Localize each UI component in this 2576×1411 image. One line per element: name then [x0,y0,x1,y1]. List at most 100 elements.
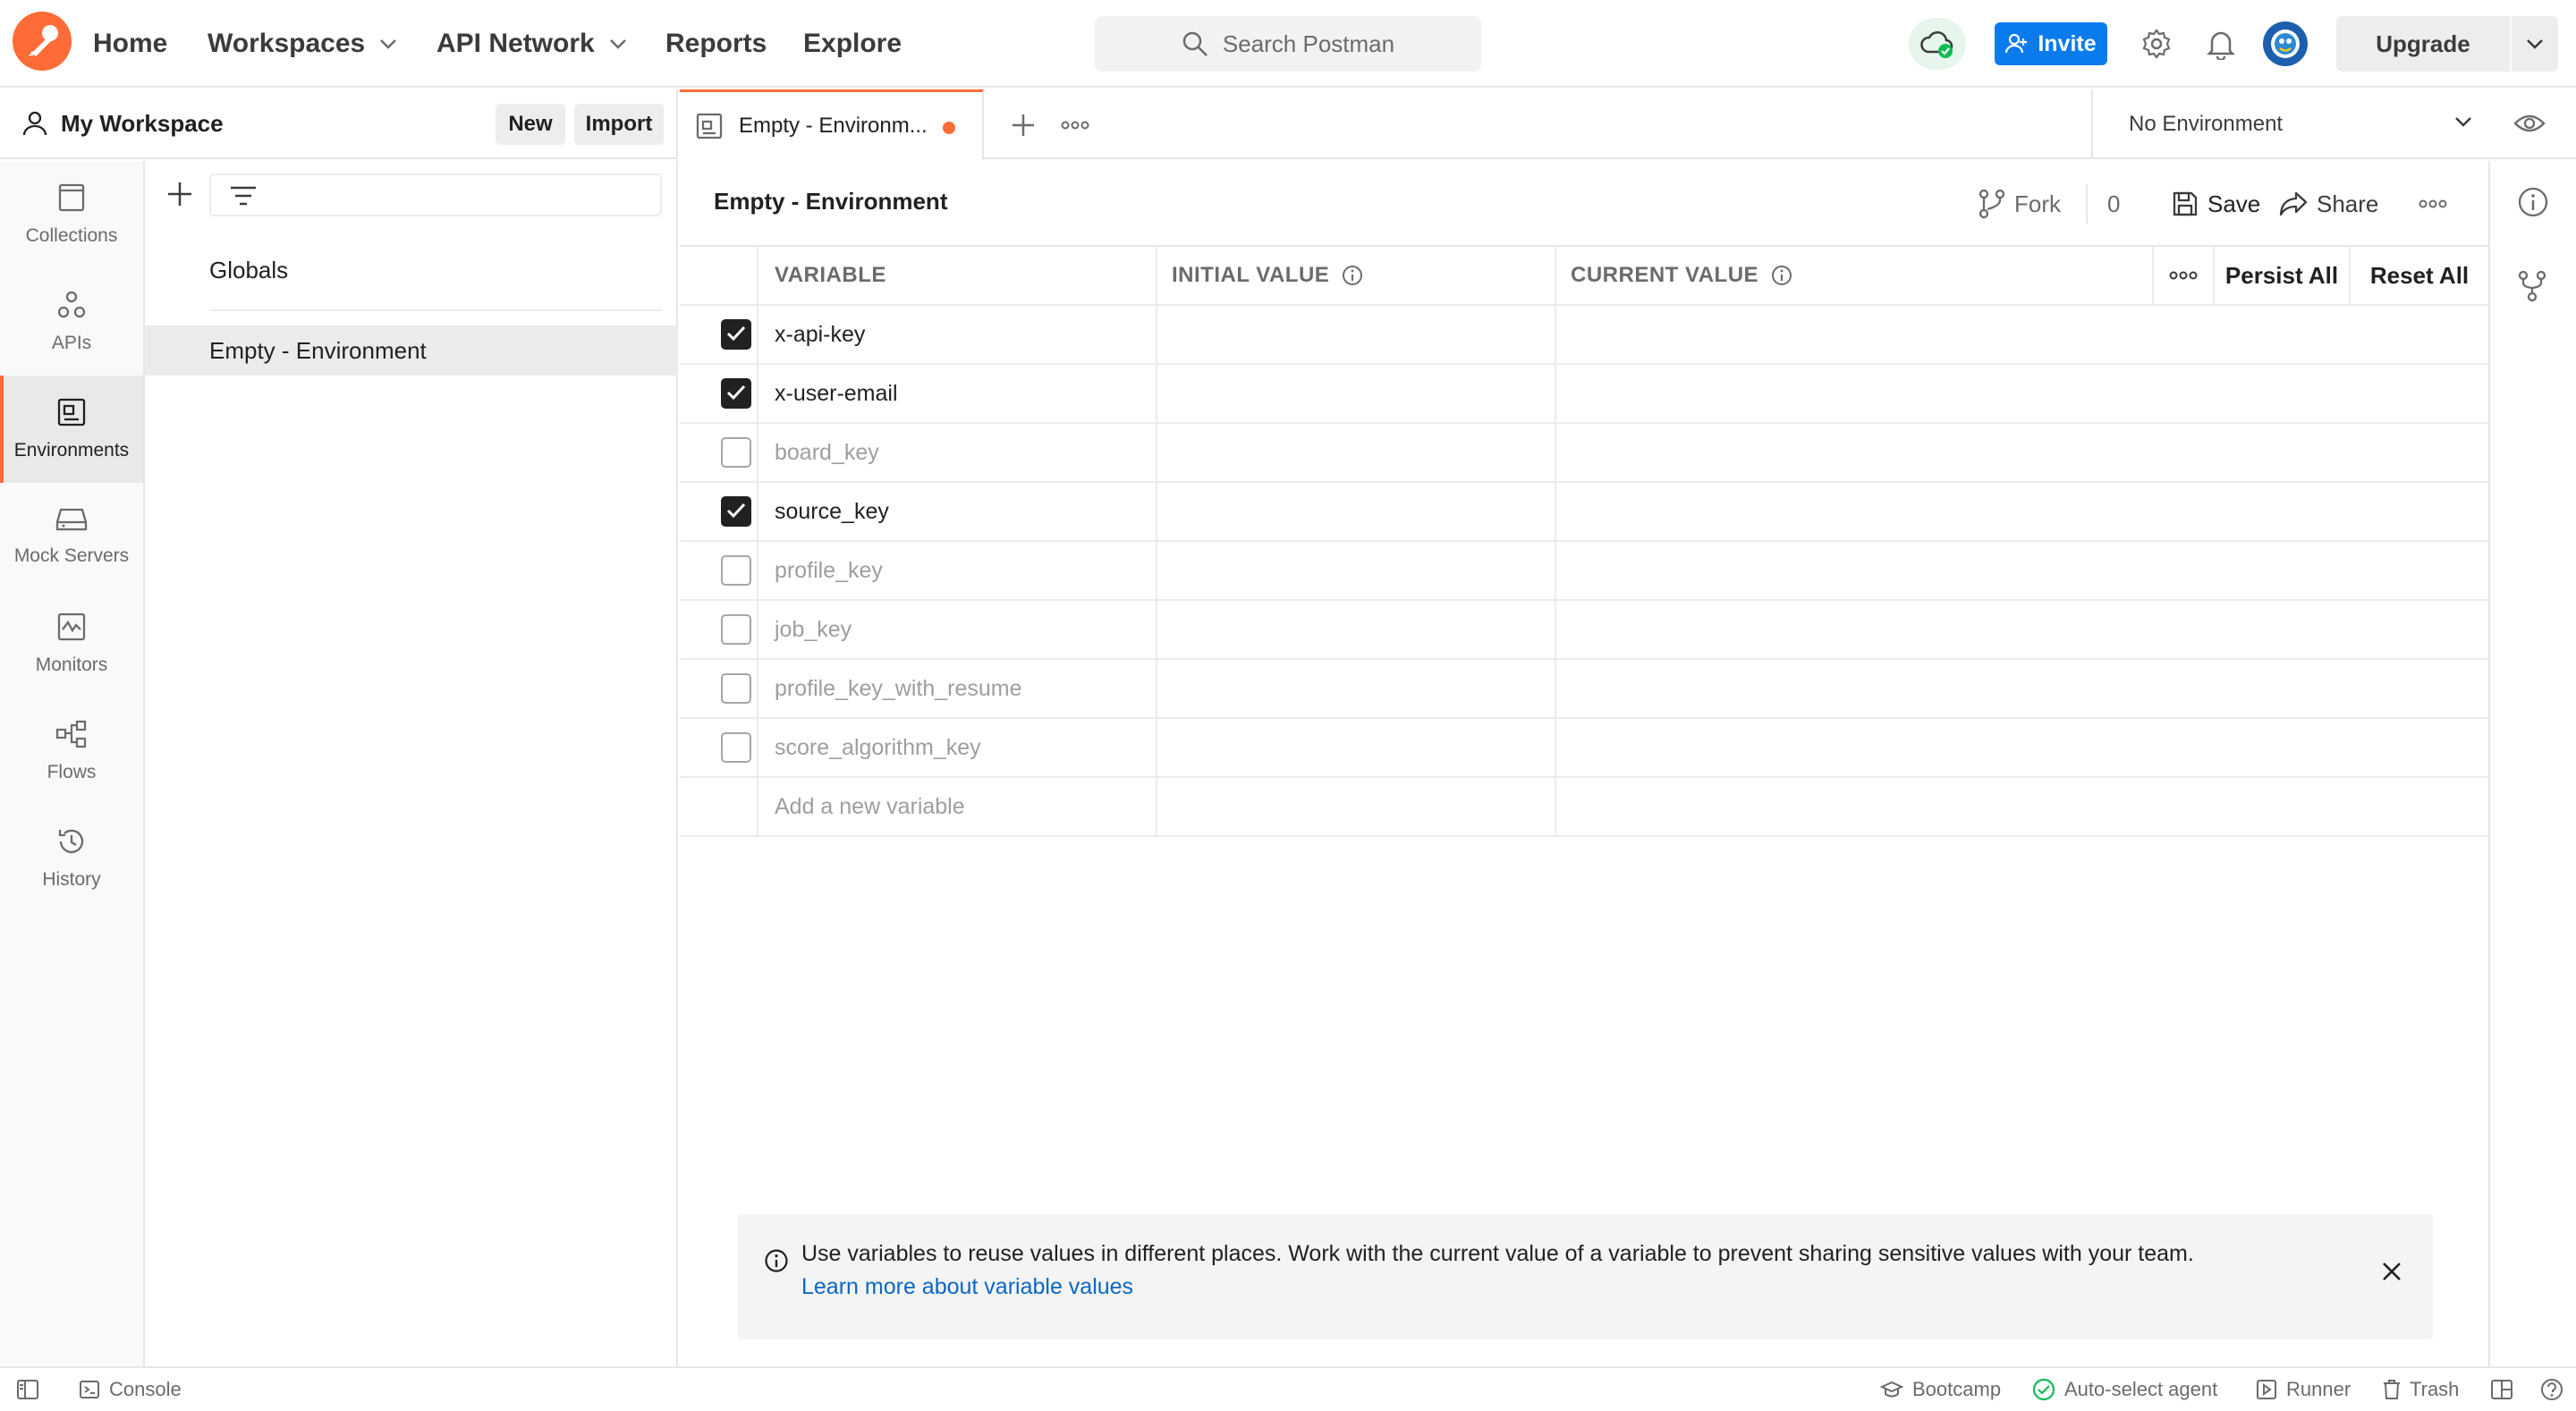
plus-icon[interactable] [165,179,195,209]
column-header-current-value-label: CURRENT VALUE [1571,263,1759,287]
console-button[interactable]: Console [79,1368,182,1411]
eye-icon[interactable] [2513,109,2546,138]
variable-name-cell[interactable]: profile_key [757,542,1156,599]
sidebar-item-monitors[interactable]: Monitors [0,590,143,697]
nav-home[interactable]: Home [93,0,167,88]
more-tabs-icon[interactable] [1059,109,1091,141]
initial-value-cell[interactable] [1156,483,1555,540]
environment-name[interactable]: Empty - Environment [714,188,947,215]
variable-enabled-checkbox[interactable] [721,673,751,704]
current-value-cell[interactable] [1555,424,2488,481]
add-variable-input[interactable]: Add a new variable [757,778,1150,835]
initial-value-cell[interactable] [1156,542,1555,599]
runner-icon [2256,1379,2286,1400]
auto-select-agent-button[interactable]: Auto-select agent [2032,1368,2217,1411]
tab-empty-environment[interactable]: Empty - Environm... [680,89,984,159]
close-icon[interactable] [2381,1261,2402,1282]
toggle-sidebar-icon[interactable] [16,1368,48,1411]
more-actions-icon[interactable] [2419,182,2456,225]
fork-button[interactable]: Fork [1979,182,2061,225]
variable-enabled-checkbox[interactable] [721,319,751,350]
trash-button[interactable]: Trash [2383,1368,2459,1411]
top-bar: Home Workspaces API Network Reports Expl… [0,0,2576,88]
sidebar-item-globals[interactable]: Globals [145,245,678,295]
variable-name-cell[interactable]: x-user-email [757,365,1156,422]
cloud-sync-icon[interactable] [1909,18,1966,70]
variable-name-cell[interactable]: job_key [757,601,1156,658]
current-value-cell[interactable] [1555,660,2488,717]
help-icon[interactable] [2540,1368,2572,1411]
table-more-icon[interactable] [2154,247,2213,304]
nav-api-network[interactable]: API Network [436,0,627,88]
runner-button[interactable]: Runner [2256,1368,2351,1411]
table-row: x-user-email [680,365,2488,424]
variable-name-cell[interactable]: x-api-key [757,306,1156,363]
bell-icon[interactable] [2202,25,2240,63]
variable-name-cell[interactable]: profile_key_with_resume [757,660,1156,717]
current-value-cell[interactable] [1555,542,2488,599]
workspace-title[interactable]: My Workspace [61,110,224,138]
upgrade-button[interactable]: Upgrade [2336,16,2558,72]
divider [209,309,662,311]
variable-enabled-checkbox[interactable] [721,437,751,468]
variable-enabled-checkbox[interactable] [721,732,751,763]
variable-name-cell[interactable]: source_key [757,483,1156,540]
nav-reports-label: Reports [665,29,767,58]
reset-all-button[interactable]: Reset All [2351,247,2488,304]
sidebar-item-flows[interactable]: Flows [0,697,143,805]
invite-button[interactable]: Invite [1995,22,2107,65]
variable-enabled-checkbox[interactable] [721,496,751,527]
layout-icon[interactable] [2490,1368,2522,1411]
current-value-cell[interactable] [1555,365,2488,422]
avatar[interactable] [2263,21,2308,66]
search-input[interactable]: Search Postman [1095,16,1481,72]
info-icon[interactable] [2517,186,2549,218]
save-button[interactable]: Save [2172,182,2260,225]
postman-logo[interactable] [13,12,72,71]
gear-icon[interactable] [2138,25,2175,63]
new-tab-plus-icon[interactable] [1007,109,1039,141]
checkmark-icon [726,325,746,342]
environments-icon [56,397,87,440]
initial-value-cell[interactable] [1156,601,1555,658]
nav-workspaces[interactable]: Workspaces [208,0,397,88]
environment-selector[interactable]: No Environment [2091,89,2497,159]
current-value-cell[interactable] [1555,719,2488,776]
initial-value-cell[interactable] [1156,719,1555,776]
current-value-cell[interactable] [1555,483,2488,540]
info-icon[interactable] [1758,265,1792,286]
variable-enabled-checkbox[interactable] [721,378,751,409]
sidebar-item-apis[interactable]: APIs [0,268,143,376]
fork-icon[interactable] [2517,270,2547,302]
bootcamp-button[interactable]: Bootcamp [1880,1368,2001,1411]
table-row: profile_key [680,542,2488,601]
learn-more-link[interactable]: Learn more about variable values [801,1274,1133,1299]
variable-enabled-checkbox[interactable] [721,555,751,586]
initial-value-cell[interactable] [1156,365,1555,422]
initial-value-cell[interactable] [1156,306,1555,363]
variable-name-cell[interactable]: board_key [757,424,1156,481]
sidebar-item-history[interactable]: History [0,805,143,912]
upgrade-dropdown[interactable] [2512,38,2558,49]
import-button[interactable]: Import [574,104,664,145]
share-button[interactable]: Share [2279,182,2378,225]
nav-explore[interactable]: Explore [803,0,902,88]
current-value-cell[interactable] [1555,306,2488,363]
info-icon[interactable] [1329,265,1363,286]
column-header-initial-value: INITIAL VALUE [1172,247,1363,304]
sidebar-item-collections[interactable]: Collections [0,161,143,268]
current-value-cell[interactable] [1555,601,2488,658]
sidebar-item-empty-environment[interactable]: Empty - Environment [145,325,678,376]
column-divider [1156,247,1157,837]
filter-input[interactable] [209,173,662,216]
banner-text: Use variables to reuse values in differe… [801,1238,2206,1304]
nav-reports[interactable]: Reports [665,0,767,88]
initial-value-cell[interactable] [1156,660,1555,717]
persist-all-button[interactable]: Persist All [2215,247,2349,304]
variable-name-cell[interactable]: score_algorithm_key [757,719,1156,776]
new-button[interactable]: New [496,104,565,145]
initial-value-cell[interactable] [1156,424,1555,481]
variable-enabled-checkbox[interactable] [721,614,751,645]
sidebar-item-mock-servers[interactable]: Mock Servers [0,483,143,590]
sidebar-item-environments[interactable]: Environments [0,376,143,483]
